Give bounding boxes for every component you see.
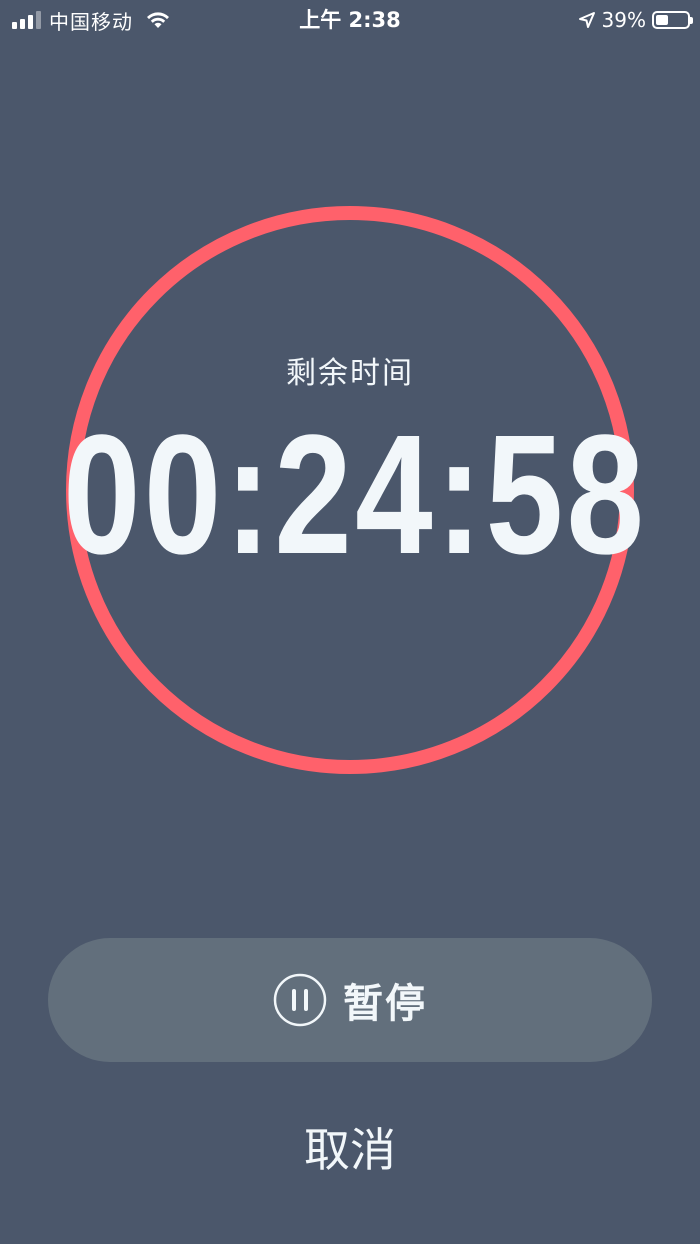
location-arrow-icon [578, 12, 595, 28]
countdown-display: 00:24:58 [63, 400, 648, 590]
status-bar-right: 39% [578, 6, 693, 34]
battery-percent: 39% [601, 8, 646, 32]
status-bar: 中国移动 上午 2:38 39% [0, 0, 700, 40]
cancel-button[interactable]: 取消 [250, 1118, 450, 1182]
battery-icon [652, 11, 693, 29]
pause-button-label: 暂停 [343, 981, 427, 1027]
remaining-time-label: 剩余时间 [286, 356, 414, 391]
pause-button[interactable]: 暂停 [48, 938, 652, 1062]
battery-level [656, 15, 668, 25]
pause-circle-icon [273, 973, 327, 1027]
